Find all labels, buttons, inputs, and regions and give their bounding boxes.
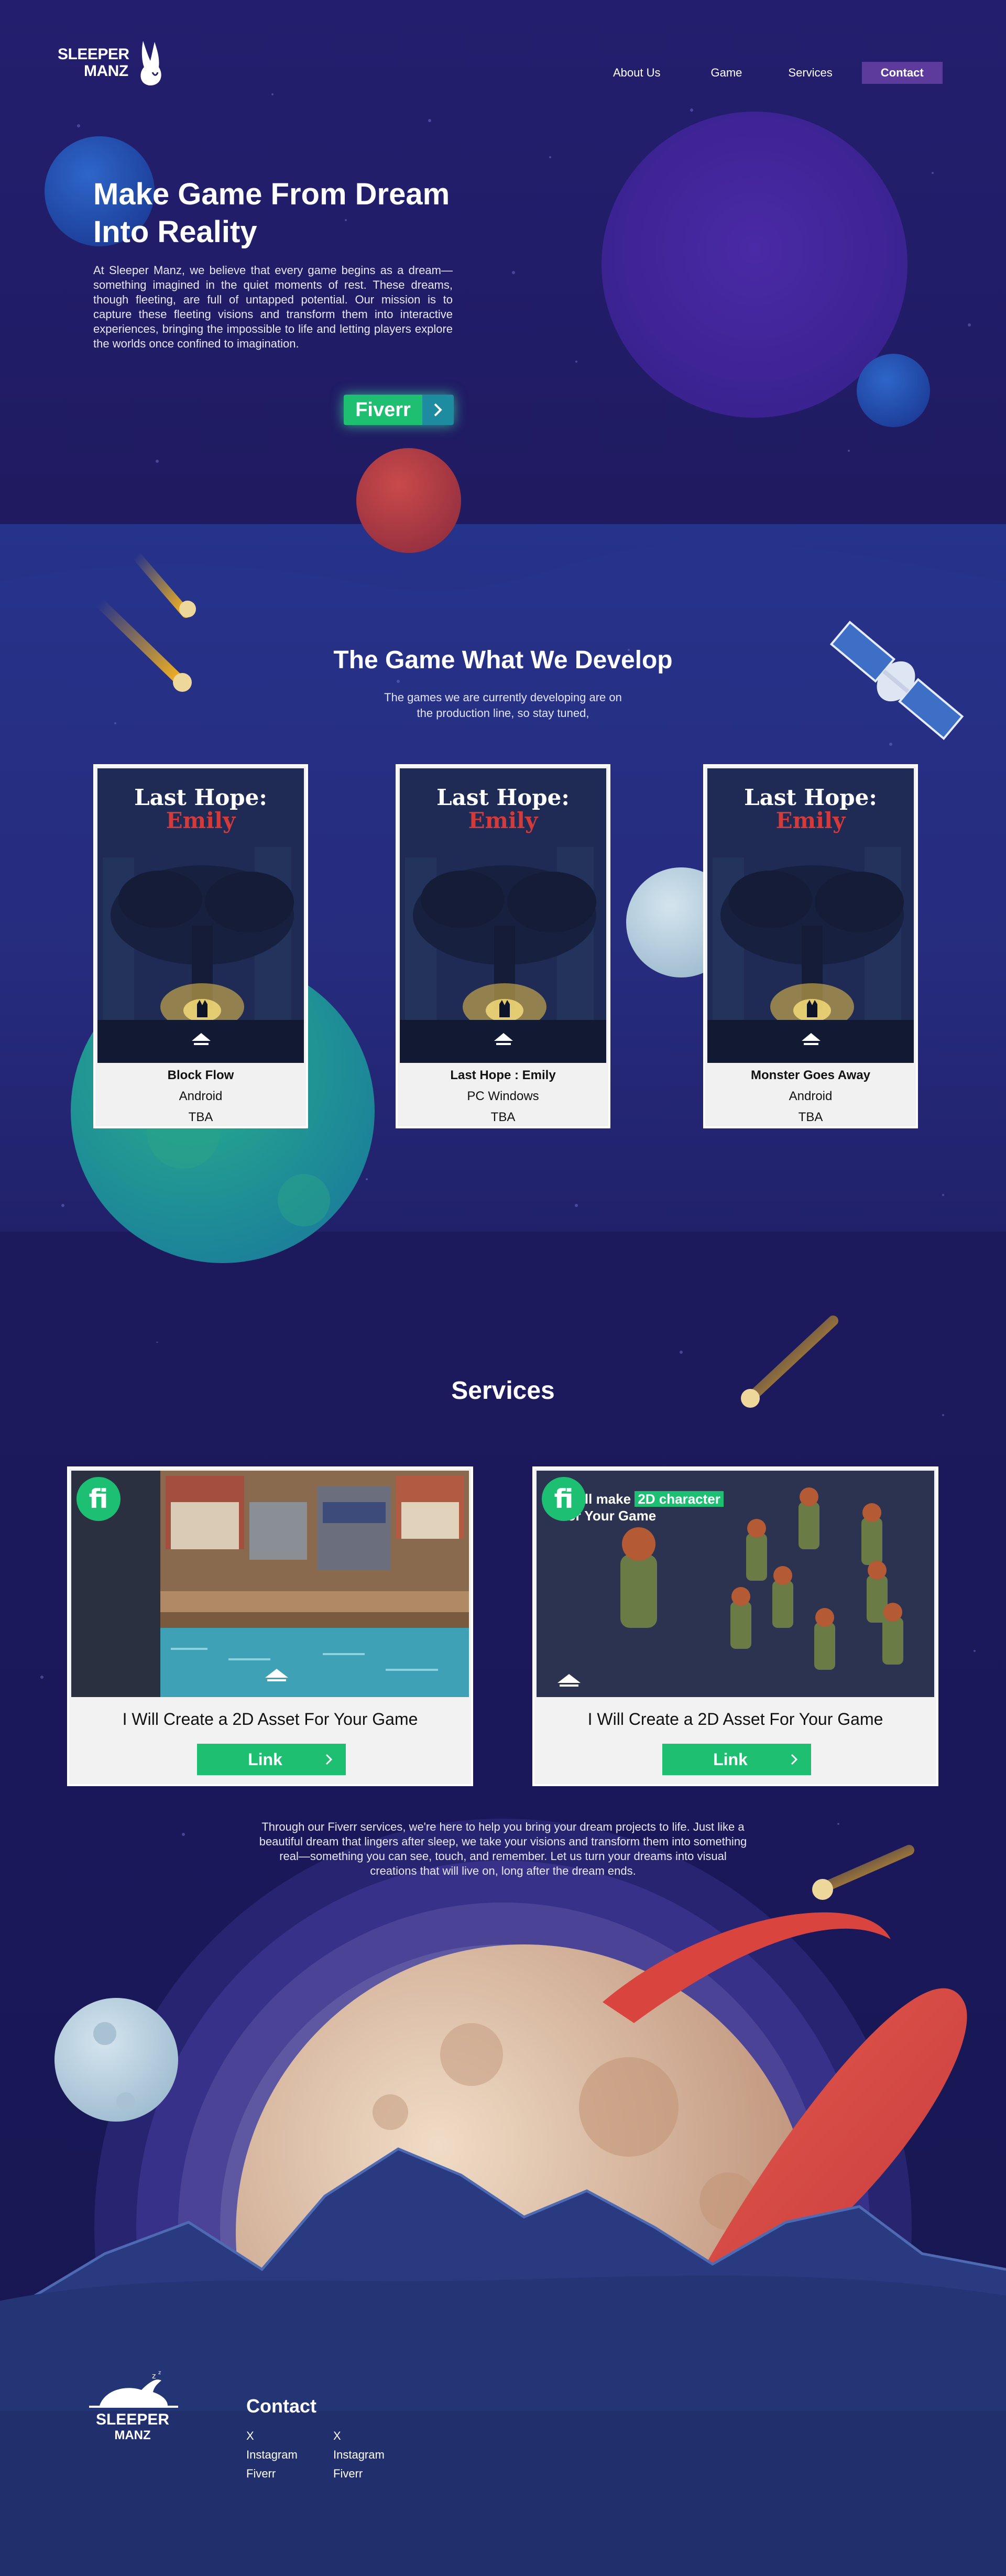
services-section-title: Services [451,1377,555,1405]
cover-title-line1: Last Hope: [436,785,570,810]
cover-title-line1: Last Hope: [744,785,877,810]
cover-title-line2: Emily [775,808,846,833]
game-meta: Last Hope : Emily PC Windows TBA [398,1065,608,1128]
game-name: Last Hope : Emily [450,1068,556,1082]
cover-title-line2: Emily [468,808,538,833]
chevron-right-icon [312,1744,346,1775]
footer-logo-line2: MANZ [114,2428,151,2442]
sleeping-rabbit-icon: z z [89,2370,178,2408]
logo-line1: SLEEPER [58,46,129,63]
service-title: I Will Create a 2D Asset For Your Game [587,1710,883,1729]
game-cover-art: Last Hope: Emily [400,768,606,1063]
game-release: TBA [490,1110,516,1124]
game-card[interactable]: Last Hope: Emily Block Flow Android TBA [93,764,308,1128]
games-section-subtitle-2: the production line, so stay tuned, [417,707,589,720]
nav-about-us[interactable]: About Us [613,66,661,80]
contact-link-instagram[interactable]: Instagram [246,2445,298,2464]
logo-text: SLEEPER MANZ [58,46,129,80]
fiverr-cta-button[interactable]: Fiverr [344,395,454,425]
cover-title-line2: Emily [166,808,236,833]
contact-link-fiverr[interactable]: Fiverr [246,2464,298,2483]
contact-links-col-1: X Instagram Fiverr [246,2427,298,2483]
chevron-right-icon [422,395,454,425]
contact-link-instagram[interactable]: Instagram [333,2445,385,2464]
games-section-title: The Game What We Develop [333,646,673,674]
service-image-village: fi [71,1471,469,1697]
site-logo[interactable]: SLEEPER MANZ [58,31,162,89]
service-card[interactable]: fi I Will Create a 2D Asset For Your Gam… [67,1466,473,1786]
contact-link-x[interactable]: X [246,2427,298,2445]
footer-logo-text: SLEEPER MANZ [88,2412,177,2443]
game-platform: Android [789,1089,833,1103]
banner-highlight: 2D character [635,1491,724,1507]
game-name: Block Flow [167,1068,234,1082]
services-description: Through our Fiverr services, we're here … [259,1820,747,1877]
logo-line2: MANZ [84,62,128,80]
game-meta: Monster Goes Away Android TBA [705,1065,916,1128]
contact-links-col-2: X Instagram Fiverr [333,2427,385,2483]
main-nav: About Us Game Services Contact [613,62,943,84]
contact-title: Contact [246,2395,316,2417]
hero-description: At Sleeper Manz, we believe that every g… [93,264,453,350]
service-link-label: Link [713,1749,748,1769]
service-link-button[interactable]: Link [197,1744,346,1775]
service-link-label: Link [248,1749,282,1769]
svg-text:z: z [158,2370,161,2376]
contact-link-x[interactable]: X [333,2427,385,2445]
game-name: Monster Goes Away [750,1068,871,1082]
game-platform: PC Windows [467,1089,539,1103]
service-image-characters: I will make 2D character for Your Game f… [537,1471,934,1697]
nav-services[interactable]: Services [788,66,832,80]
service-title: I Will Create a 2D Asset For Your Game [122,1710,418,1729]
game-cover-art: Last Hope: Emily [97,768,304,1063]
banner-line2: for Your Game [563,1508,657,1524]
fiverr-logo-icon: fi [76,1477,121,1521]
chevron-right-icon [778,1744,811,1775]
footer-logo-line1: SLEEPER [95,2411,170,2428]
footer-background [0,1834,1006,2576]
fiverr-logo-icon: fi [542,1477,586,1521]
games-section-subtitle-1: The games we are currently developing ar… [384,691,622,704]
game-cover-art: Last Hope: Emily [707,768,914,1063]
game-card[interactable]: Last Hope: Emily Monster Goes Away Andro… [703,764,918,1128]
game-release: TBA [798,1110,823,1124]
service-banner-text: I will make 2D character for Your Game [563,1491,724,1524]
service-card[interactable]: I will make 2D character for Your Game f… [532,1466,938,1786]
sleeping-rabbit-icon [140,41,161,86]
hero-title: Make Game From Dream Into Reality [93,177,450,249]
game-card[interactable]: Last Hope: Emily Last Hope : Emily PC Wi… [396,764,610,1128]
service-link-button[interactable]: Link [662,1744,811,1775]
nav-contact-button[interactable]: Contact [861,62,943,84]
cover-title-line1: Last Hope: [134,785,267,810]
game-release: TBA [188,1110,213,1124]
game-platform: Android [179,1089,223,1103]
contact-link-fiverr[interactable]: Fiverr [333,2464,385,2483]
footer-logo[interactable]: z z SLEEPER MANZ [84,2369,183,2453]
game-meta: Block Flow Android TBA [95,1065,306,1128]
nav-game[interactable]: Game [711,66,742,80]
svg-text:z: z [152,2372,156,2381]
fiverr-cta-label: Fiverr [344,395,422,425]
